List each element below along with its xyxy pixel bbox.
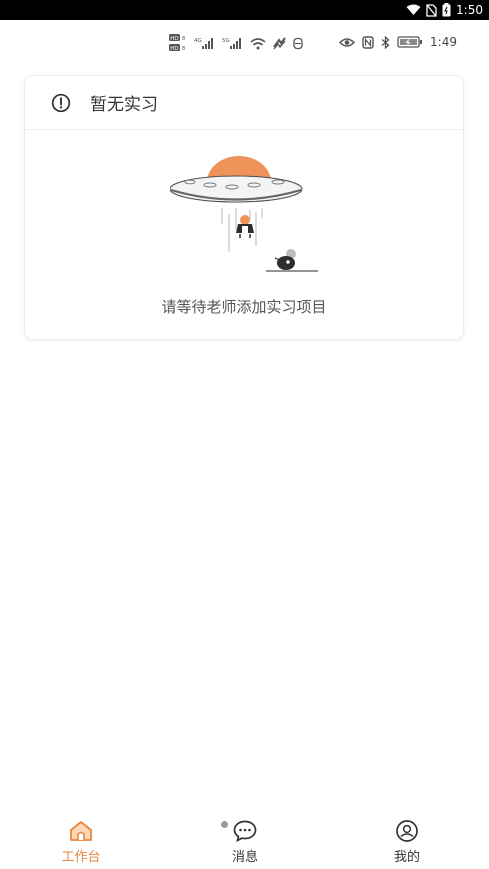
empty-state-message: 请等待老师添加实习项目 (161, 299, 327, 316)
data-icon (293, 37, 303, 49)
status-left-icons: HD 8 HD 8 4G 5G (168, 32, 303, 54)
svg-text:4G: 4G (194, 38, 202, 44)
svg-text:HD: HD (170, 46, 178, 52)
internship-card: 暂无实习 请等待老师添加实习项目 (24, 75, 464, 340)
wifi-icon (406, 4, 421, 15)
status-time: 1:49 (430, 35, 457, 49)
signal-4g-icon: 4G (194, 38, 213, 49)
svg-text:8: 8 (182, 36, 185, 42)
svg-text:5G: 5G (222, 38, 230, 44)
tab-messages[interactable]: 消息 (185, 819, 305, 869)
card-header: 暂无实习 (25, 76, 463, 130)
signal-5g-icon: 5G (222, 38, 241, 49)
no-sim-icon (426, 3, 437, 17)
status-right-icons: 1:49 (339, 35, 457, 49)
user-icon (396, 820, 418, 842)
battery-icon (397, 36, 423, 48)
card-title: 暂无实习 (90, 95, 158, 114)
system-time: 1:50 (456, 3, 483, 17)
chat-icon (233, 820, 257, 843)
nfc-icon (362, 35, 374, 49)
svg-text:HD: HD (170, 36, 178, 42)
eye-icon (339, 37, 356, 47)
svg-text:8: 8 (182, 46, 185, 52)
tab-mine[interactable]: 我的 (347, 819, 467, 869)
nfc-link-icon (273, 36, 286, 49)
tab-workbench-label: 工作台 (61, 849, 101, 864)
wifi-icon (250, 37, 266, 49)
home-icon (70, 821, 92, 841)
hd-icon: HD 8 HD 8 (169, 34, 185, 52)
tab-workbench[interactable]: 工作台 (21, 819, 141, 869)
alert-circle-icon (51, 93, 71, 113)
system-bar: 1:50 (0, 0, 489, 20)
bluetooth-icon (381, 35, 390, 49)
ufo-empty-state-illustration (170, 156, 318, 272)
tab-messages-label: 消息 (231, 849, 258, 864)
battery-icon (442, 3, 451, 17)
system-bar-icons: 1:50 (406, 2, 483, 18)
status-bar: HD 8 HD 8 4G 5G 1:49 (0, 20, 489, 66)
bottom-tab-bar: 工作台 消息 我的 (0, 809, 489, 869)
tab-mine-label: 我的 (393, 849, 420, 864)
